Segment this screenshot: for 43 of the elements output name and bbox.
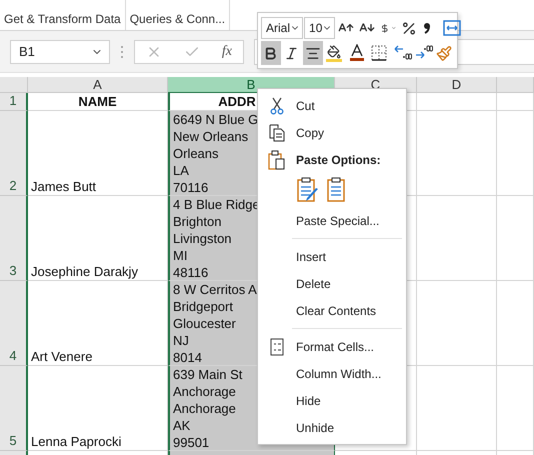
table-cell: James Butt (28, 111, 168, 196)
font-name-field[interactable]: Arial (261, 17, 304, 39)
center-button[interactable] (303, 41, 323, 65)
table-cell: Lenna Paprocki (28, 366, 168, 451)
font-color-icon (348, 44, 365, 62)
grip-icon (120, 44, 124, 58)
name-box[interactable]: B1 (10, 40, 110, 64)
bold-button[interactable] (261, 41, 281, 65)
increase-decimal-icon (394, 45, 412, 61)
row-header[interactable]: 3 (0, 196, 28, 281)
comma-icon (422, 20, 432, 36)
percent-icon (401, 20, 418, 36)
menu-item[interactable]: Cut (296, 98, 315, 112)
borders-icon (371, 45, 388, 61)
wrap-text-icon (443, 20, 462, 36)
column-header[interactable]: D (417, 77, 497, 93)
decrease-decimal-icon (415, 45, 434, 61)
scissors-icon (270, 96, 284, 114)
copy-icon (268, 124, 286, 142)
bold-icon (263, 46, 278, 60)
font-size-field[interactable]: 10 (304, 17, 336, 39)
paintbrush-icon (436, 44, 452, 62)
paste-formatting-icon[interactable] (296, 177, 320, 203)
table-cell (497, 93, 534, 111)
menu-item[interactable]: Insert (296, 250, 326, 264)
table-cell: NAME (28, 93, 168, 111)
table-cell: Josephine Darakjy (28, 196, 168, 281)
table-cell: Art Venere (28, 281, 168, 366)
menu-item[interactable]: Unhide (296, 420, 334, 434)
insert-function-button[interactable]: fx (222, 44, 232, 60)
italic-icon (284, 46, 299, 60)
ribbon-group-label: Get & Transform Data (0, 0, 126, 30)
row-header[interactable]: 2 (0, 111, 28, 196)
paint-bucket-icon (326, 44, 342, 62)
ribbon-group-label: Queries & Conn... (126, 0, 230, 30)
row-header[interactable]: 4 (0, 281, 28, 366)
menu-item[interactable]: Copy (296, 126, 324, 140)
row-header[interactable]: 1 (0, 93, 28, 111)
clipboard-icon (268, 150, 286, 170)
column-header[interactable]: A (28, 77, 168, 93)
menu-item[interactable]: Hide (296, 394, 321, 408)
format-cells-icon (270, 338, 284, 356)
row-header[interactable]: 5 (0, 366, 28, 451)
